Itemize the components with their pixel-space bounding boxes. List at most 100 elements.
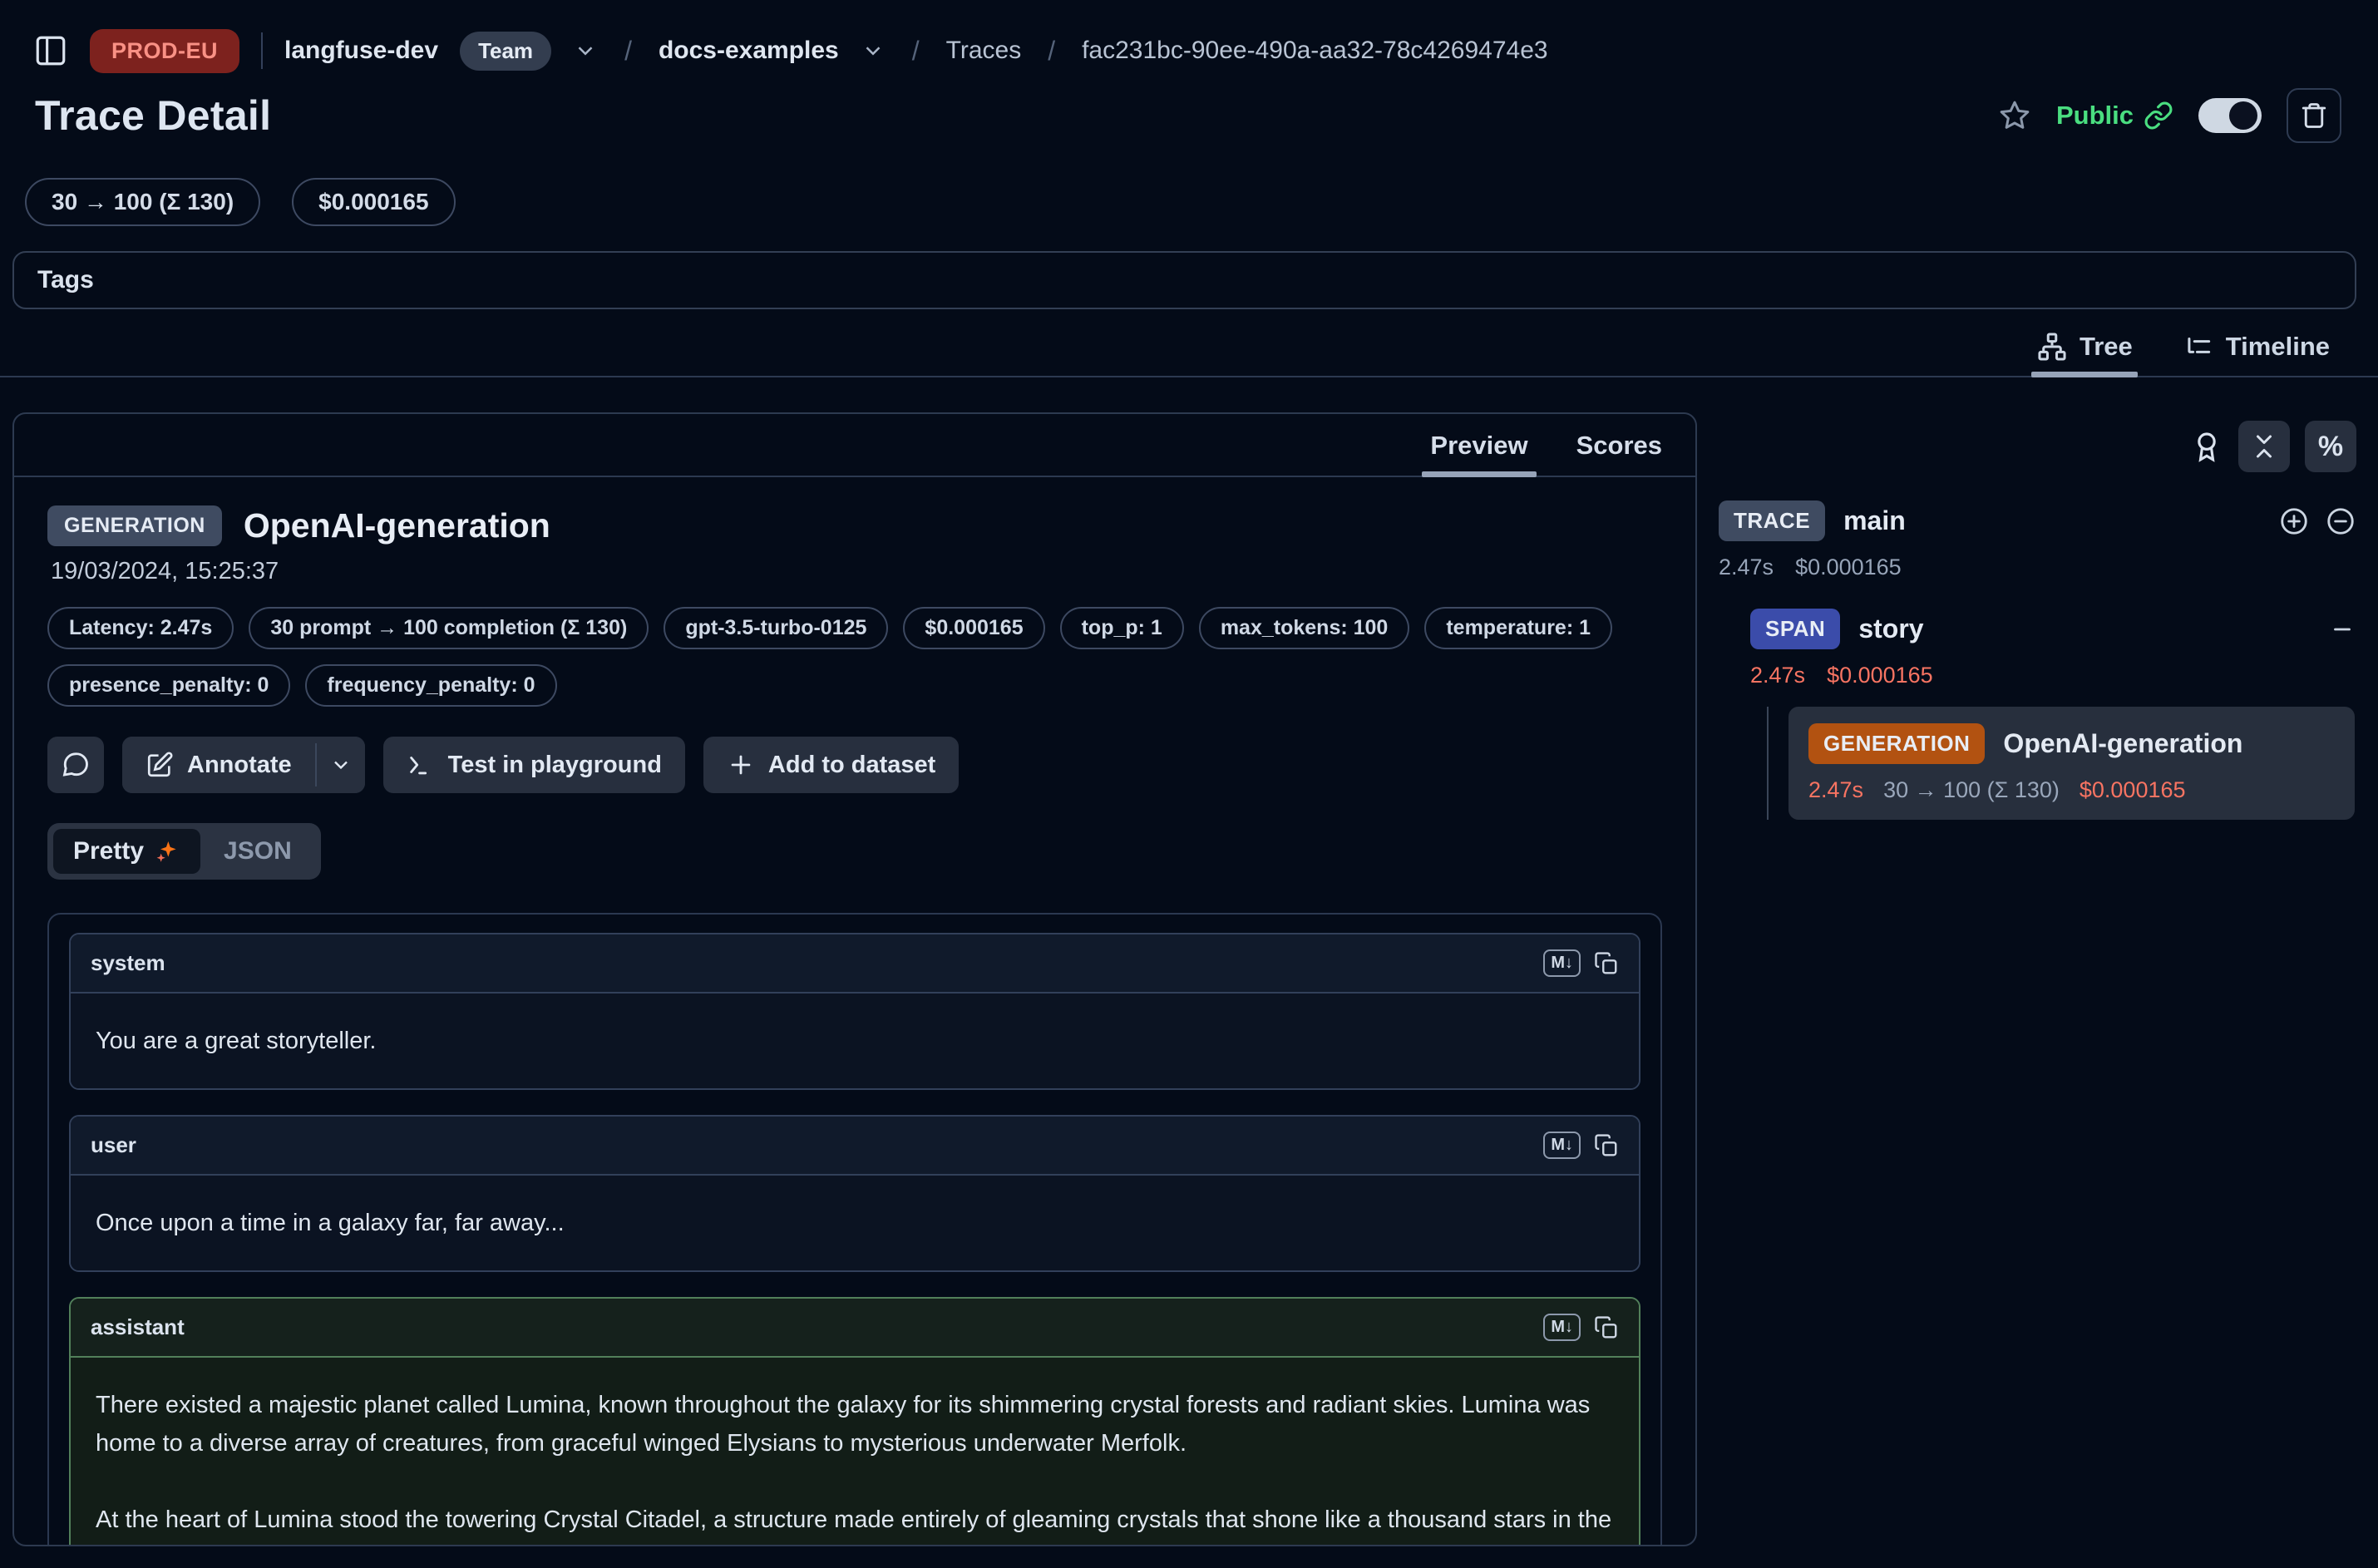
frequency-penalty-chip: frequency_penalty: 0 [305, 664, 556, 707]
tree-node-trace[interactable]: TRACE main [1719, 500, 2356, 541]
message-text: Once upon a time in a galaxy far, far aw… [96, 1204, 1614, 1242]
breadcrumb-trace-id: fac231bc-90ee-490a-aa32-78c4269474e3 [1082, 37, 1547, 65]
message-card-user: user M↓ Once upon a time in a galaxy far… [69, 1115, 1640, 1272]
environment-badge: PROD-EU [90, 29, 239, 73]
token-usage-chip: 30 prompt → 100 completion (Σ 130) [249, 607, 649, 649]
format-toggle: Pretty JSON [47, 823, 321, 880]
breadcrumb-separator: / [1048, 36, 1055, 67]
annotate-button[interactable]: Annotate [122, 737, 315, 793]
star-icon [1998, 99, 2031, 132]
message-role: system [91, 950, 165, 976]
tab-preview[interactable]: Preview [1430, 431, 1527, 476]
generation-metrics: 2.47s 30 → 100 (Σ 130) $0.000165 [1808, 777, 2335, 803]
bookmark-star-button[interactable] [1998, 99, 2031, 132]
award-icon [2190, 430, 2223, 463]
markdown-toggle-icon[interactable]: M↓ [1543, 949, 1581, 977]
sparkles-icon [154, 838, 180, 865]
presence-penalty-chip: presence_penalty: 0 [47, 664, 290, 707]
tags-container[interactable]: Tags [12, 251, 2356, 309]
message-text: At the heart of Lumina stood the towerin… [96, 1501, 1614, 1545]
add-to-dataset-button[interactable]: Add to dataset [703, 737, 959, 793]
tree-icon [2036, 331, 2068, 362]
annotate-dropdown-button[interactable] [317, 737, 365, 793]
markdown-toggle-icon[interactable]: M↓ [1543, 1132, 1581, 1159]
observation-type-badge: GENERATION [47, 505, 222, 546]
format-json-button[interactable]: JSON [200, 829, 315, 874]
trace-metrics: 2.47s $0.000165 [1719, 555, 2356, 580]
copy-icon[interactable] [1594, 1133, 1619, 1158]
chevron-down-icon[interactable] [573, 38, 598, 63]
tab-tree[interactable]: Tree [2036, 331, 2133, 376]
model-chip[interactable]: gpt-3.5-turbo-0125 [664, 607, 888, 649]
divider [261, 32, 263, 69]
observation-timestamp: 19/03/2024, 15:25:37 [47, 558, 1662, 585]
span-type-badge: SPAN [1750, 609, 1840, 649]
message-text: There existed a majestic planet called L… [96, 1386, 1614, 1462]
annotate-split-button: Annotate [122, 737, 365, 793]
top-p-chip: top_p: 1 [1060, 607, 1184, 649]
message-role: assistant [91, 1314, 185, 1340]
page-title: Trace Detail [35, 91, 271, 140]
messages-container: system M↓ You are a great storyteller. [47, 913, 1662, 1545]
tab-timeline[interactable]: Timeline [2183, 331, 2330, 376]
tree-node-generation-selected[interactable]: GENERATION OpenAI-generation 2.47s 30 → … [1788, 707, 2355, 820]
chevron-down-icon[interactable] [861, 38, 886, 63]
generation-type-badge: GENERATION [1808, 723, 1985, 764]
trace-tree-panel: % TRACE main 2.47s $0.000165 SPAN story [1697, 412, 2378, 820]
collapse-node-icon[interactable] [2328, 615, 2356, 643]
trace-type-badge: TRACE [1719, 500, 1825, 541]
tree-node-span[interactable]: SPAN story [1750, 609, 2356, 649]
cost-chip: $0.000165 [903, 607, 1044, 649]
tags-label: Tags [37, 266, 94, 293]
breadcrumb-project[interactable]: docs-examples [659, 37, 839, 65]
toggle-knob [2229, 101, 2257, 130]
public-toggle[interactable] [2198, 98, 2262, 133]
observation-preview-panel: Preview Scores GENERATION OpenAI-generat… [12, 412, 1697, 1546]
trace-token-usage-badge: 30 → 100 (Σ 130) [25, 178, 260, 226]
message-text: You are a great storyteller. [96, 1022, 1614, 1060]
comments-button[interactable] [47, 737, 104, 793]
tree-indent-line [1767, 707, 1769, 820]
breadcrumb: PROD-EU langfuse-dev Team / docs-example… [0, 0, 2378, 76]
test-in-playground-button[interactable]: Test in playground [383, 737, 685, 793]
temperature-chip: temperature: 1 [1424, 607, 1612, 649]
observation-metadata-chips: Latency: 2.47s 30 prompt → 100 completio… [47, 607, 1662, 707]
markdown-toggle-icon[interactable]: M↓ [1543, 1314, 1581, 1341]
copy-icon[interactable] [1594, 951, 1619, 976]
breadcrumb-traces-link[interactable]: Traces [946, 37, 1022, 65]
zoom-out-icon[interactable] [2325, 505, 2356, 537]
plus-icon [727, 751, 755, 779]
sidebar-toggle-button[interactable] [33, 33, 68, 68]
format-pretty-button[interactable]: Pretty [53, 829, 200, 874]
breadcrumb-separator: / [912, 36, 920, 67]
latency-chip: Latency: 2.47s [47, 607, 234, 649]
show-metrics-button[interactable]: % [2305, 421, 2356, 472]
comment-icon [61, 750, 91, 780]
link-icon [2144, 101, 2173, 131]
breadcrumb-org[interactable]: langfuse-dev [284, 37, 438, 65]
zoom-in-icon[interactable] [2278, 505, 2310, 537]
span-metrics: 2.47s $0.000165 [1750, 663, 2356, 688]
view-mode-tabs: Tree Timeline [0, 309, 2378, 377]
breadcrumb-separator: / [624, 36, 632, 67]
panel-left-icon [33, 33, 68, 68]
trace-cost-badge: $0.000165 [292, 178, 455, 226]
edit-icon [146, 751, 174, 779]
tab-scores[interactable]: Scores [1576, 431, 1662, 476]
max-tokens-chip: max_tokens: 100 [1199, 607, 1410, 649]
collapse-all-button[interactable] [2238, 421, 2290, 472]
delete-trace-button[interactable] [2287, 88, 2341, 143]
timeline-icon [2183, 331, 2214, 362]
message-card-system: system M↓ You are a great storyteller. [69, 933, 1640, 1090]
message-card-assistant: assistant M↓ There existed a majestic pl… [69, 1297, 1640, 1545]
message-role: user [91, 1132, 136, 1158]
fold-vertical-icon [2249, 431, 2279, 461]
org-plan-badge: Team [460, 32, 551, 71]
trash-icon [2299, 101, 2329, 131]
public-share-label[interactable]: Public [2056, 101, 2173, 131]
copy-icon[interactable] [1594, 1315, 1619, 1340]
annotation-queue-button[interactable] [2190, 430, 2223, 463]
terminal-icon [407, 751, 435, 779]
observation-title: OpenAI-generation [244, 506, 550, 545]
chevron-down-icon [329, 753, 353, 777]
